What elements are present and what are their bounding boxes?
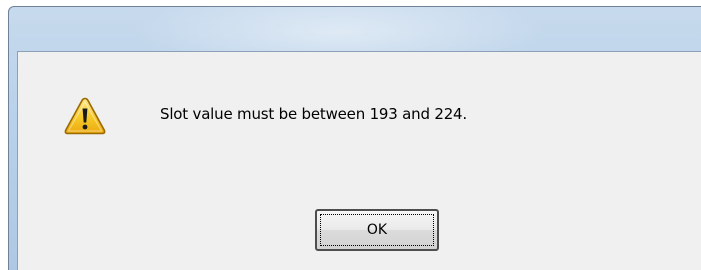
dialog-titlebar[interactable] <box>9 7 701 51</box>
ok-button[interactable]: OK <box>315 209 439 251</box>
dialog-message-text: Slot value must be between 193 and 224. <box>160 105 467 123</box>
ok-button-label: OK <box>320 214 434 246</box>
dialog-client-area: Slot value must be between 193 and 224. … <box>17 51 701 270</box>
message-dialog-window: Slot value must be between 193 and 224. … <box>8 6 701 270</box>
warning-icon <box>64 97 106 135</box>
